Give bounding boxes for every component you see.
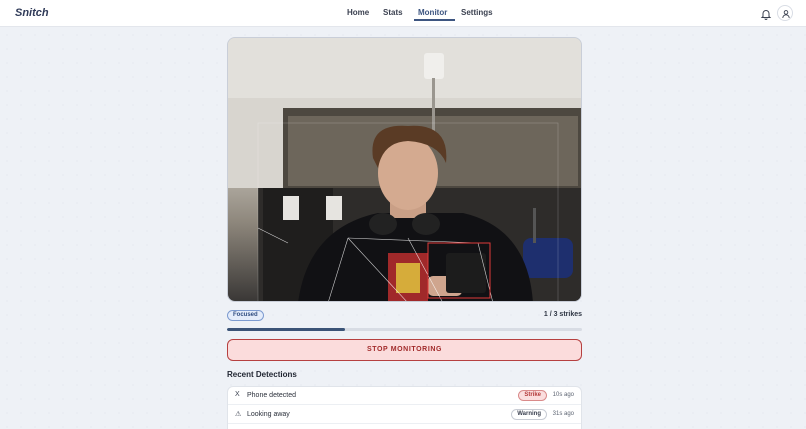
- stop-monitoring-button[interactable]: STOP MONITORING: [227, 339, 582, 361]
- detection-label: Looking away: [247, 411, 290, 418]
- recent-detections-title: Recent Detections: [227, 370, 297, 379]
- strike-badge: Strike: [518, 390, 547, 401]
- profile-avatar[interactable]: [777, 5, 793, 21]
- detections-list: X Phone detected Strike 10s ago ⚠ Lookin…: [227, 386, 582, 429]
- warning-icon: ⚠: [235, 411, 242, 418]
- nav-settings[interactable]: Settings: [461, 8, 493, 17]
- nav-monitor[interactable]: Monitor: [418, 8, 447, 17]
- list-item[interactable]: X Phone detected Strike 10s ago: [228, 387, 581, 405]
- monitor-status-row: Focused 1 / 3 strikes: [227, 310, 582, 322]
- webcam-feed: [227, 37, 582, 302]
- brand-logo[interactable]: Snitch: [15, 7, 49, 19]
- detection-label: Phone detected: [247, 392, 297, 399]
- detection-time: 31s ago: [552, 411, 574, 417]
- warning-badge: Warning: [511, 409, 547, 420]
- nav-home[interactable]: Home: [347, 8, 369, 17]
- focus-status-badge: Focused: [227, 310, 264, 321]
- bell-icon[interactable]: [760, 7, 772, 20]
- x-icon: X: [235, 391, 240, 398]
- detection-time: 10s ago: [552, 392, 574, 398]
- strike-counter: 1 / 3 strikes: [543, 311, 582, 318]
- strike-progress-fill: [227, 328, 346, 331]
- nav-stats[interactable]: Stats: [383, 8, 403, 17]
- list-item[interactable]: ⚠ Looking away Warning 31s ago: [228, 406, 581, 424]
- top-navigation-bar: Snitch Home Stats Monitor Settings: [0, 0, 806, 27]
- strike-progress-bar: [227, 328, 582, 331]
- user-icon: [782, 10, 790, 19]
- active-tab-indicator: [414, 19, 455, 21]
